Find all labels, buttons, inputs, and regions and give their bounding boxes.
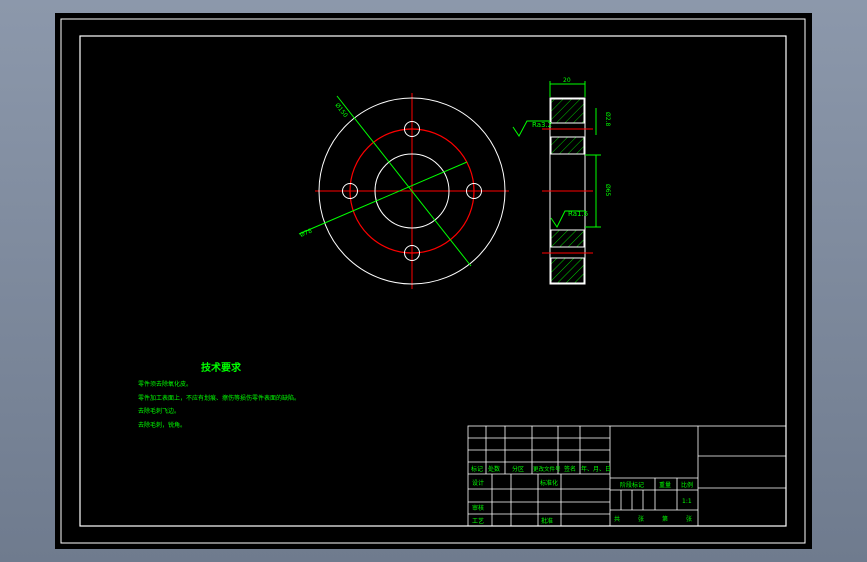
drawing-canvas: Ø150 Ø78 20 Ø2.8 Ø65 Ra3.2 Ra1.6 技术要求 零件… (60, 18, 806, 544)
tb-scale-value: 1:1 (682, 498, 692, 505)
note-line-3: 去除毛刺飞边。 (138, 407, 180, 415)
tb-h-zone: 分区 (512, 465, 524, 473)
dim-outer-dia: Ø150 (333, 102, 349, 119)
tb-review: 审核 (472, 504, 484, 512)
note-line-2: 零件加工表面上，不应有划痕、擦伤等损伤零件表面的缺陷。 (138, 394, 300, 402)
technical-notes: 技术要求 零件须去除氧化皮。 零件加工表面上，不应有划痕、擦伤等损伤零件表面的缺… (138, 361, 300, 429)
tb-standardize: 标准化 (540, 479, 558, 487)
hatch-1 (550, 98, 585, 124)
drawing-frame (60, 18, 806, 544)
notes-title: 技术要求 (201, 361, 242, 374)
dim-side-mid: Ø65 (604, 184, 611, 197)
roughness-1: Ra3.2 (532, 121, 552, 129)
tb-sheetno: 第 (662, 515, 668, 523)
roughness-2: Ra1.6 (568, 210, 589, 218)
tb-h-count: 处数 (488, 465, 500, 473)
dim-width: 20 (563, 77, 571, 84)
tb-h-docno: 更改文件号 (533, 465, 561, 473)
side-view: 20 Ø2.8 Ø65 Ra3.2 Ra1.6 (512, 77, 611, 285)
tb-design: 设计 (472, 479, 484, 487)
tb-approve: 批准 (541, 517, 553, 525)
tb-weight: 重量 (659, 481, 671, 489)
tb-sheet1: 张 (638, 515, 644, 523)
hatch-4 (550, 257, 585, 284)
tb-h-sign: 签名 (564, 465, 576, 473)
dim-line-outer (336, 95, 472, 267)
tb-total: 共 (614, 515, 620, 523)
dim-line-bolt (298, 161, 468, 235)
note-line-4: 去除毛刺，锐角。 (138, 421, 186, 429)
note-line-1: 零件须去除氧化皮。 (138, 380, 192, 388)
dim-side-top: Ø2.8 (604, 112, 611, 126)
tb-sheet2: 张 (686, 515, 692, 523)
title-block (467, 425, 787, 527)
hatch-3 (550, 229, 585, 248)
cad-viewport[interactable]: Ø150 Ø78 20 Ø2.8 Ø65 Ra3.2 Ra1.6 技术要求 零件… (55, 13, 812, 549)
tb-h-date: 年、月、日 (581, 465, 611, 473)
tb-stage: 阶段标记 (620, 481, 644, 489)
tb-h-mark: 标记 (471, 465, 483, 473)
front-view: Ø150 Ø78 (298, 93, 509, 289)
tb-scale: 比例 (681, 481, 693, 489)
hatch-2 (550, 136, 585, 155)
tb-process: 工艺 (472, 517, 484, 525)
